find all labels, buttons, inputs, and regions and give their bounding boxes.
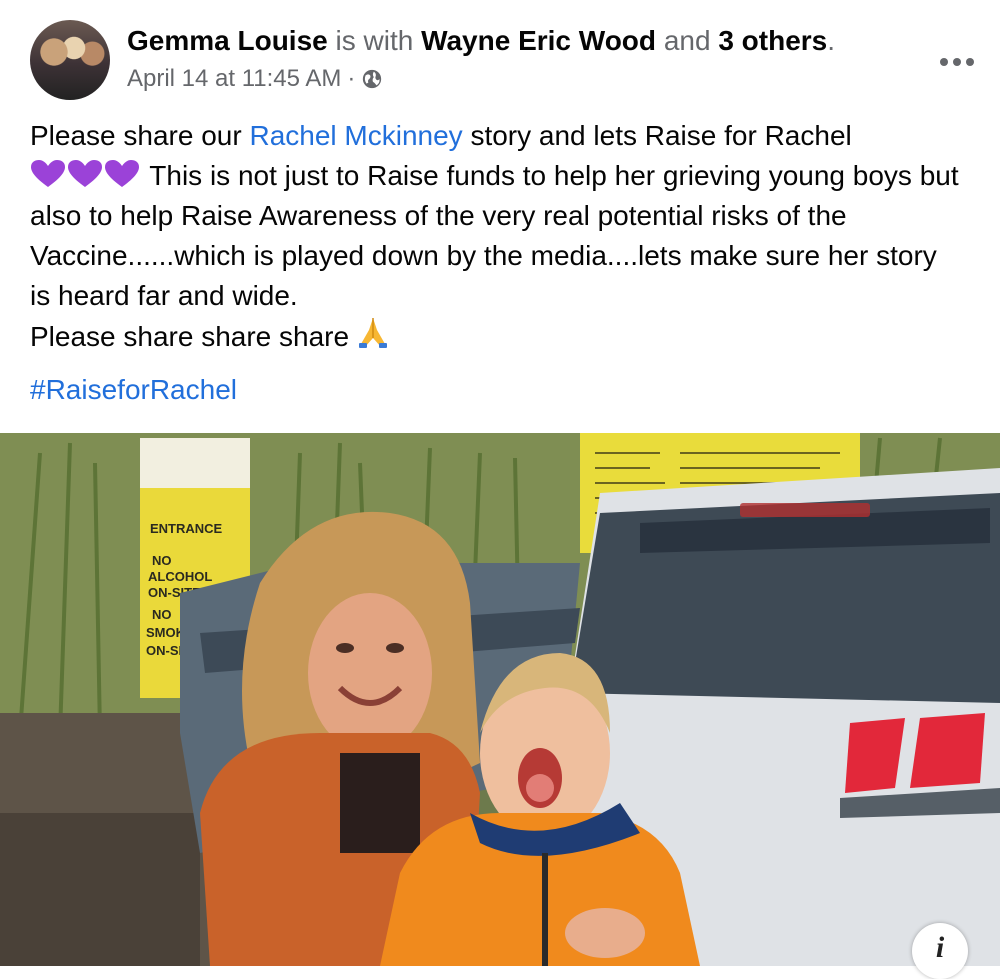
post-meta: April 14 at 11:45 AM · [127, 64, 383, 94]
sign-line-5: NO [152, 607, 172, 622]
message-text-3: This is not just to Raise funds to help … [30, 160, 959, 311]
purple-heart-icon [31, 160, 139, 187]
globe-icon [363, 69, 382, 89]
post-timestamp[interactable]: April 14 at 11:45 AM [127, 64, 341, 94]
tagged-others[interactable]: 3 others [718, 25, 827, 56]
period-text: . [827, 25, 836, 56]
folded-hands-icon [358, 318, 387, 348]
and-text: and [663, 25, 711, 56]
is-with-text: is with [335, 25, 414, 56]
post-photo[interactable]: ENTRANCE NO ALCOHOL ON-SITE NO SMOKING O… [0, 433, 1000, 966]
post-message: Please share our Rachel Mckinney story a… [30, 116, 960, 357]
hashtag-link[interactable]: #RaiseforRachel [30, 370, 237, 410]
meta-separator: · [347, 65, 356, 92]
facebook-post: Gemma Louise is with Wayne Eric Wood and… [0, 0, 1000, 979]
post-attribution: Gemma Louise is with Wayne Eric Wood and… [127, 24, 835, 58]
tagged-person[interactable]: Wayne Eric Wood [421, 25, 656, 56]
author-name[interactable]: Gemma Louise [127, 25, 328, 56]
sign-line-3: ALCOHOL [148, 569, 212, 584]
info-icon[interactable]: i [912, 923, 968, 979]
post-header: Gemma Louise is with Wayne Eric Wood and… [30, 20, 1000, 100]
more-options-icon[interactable] [940, 52, 974, 72]
message-text-2: story and lets Raise for Rachel [462, 120, 852, 151]
sign-line-2: NO [152, 553, 172, 568]
message-text-4: Please share share share [30, 321, 357, 352]
rachel-link[interactable]: Rachel Mckinney [249, 120, 462, 151]
photo-illustration: ENTRANCE NO ALCOHOL ON-SITE NO SMOKING O… [0, 433, 1000, 966]
sign-line-1: ENTRANCE [150, 521, 223, 536]
author-avatar[interactable] [30, 20, 110, 100]
message-text-1: Please share our [30, 120, 250, 151]
